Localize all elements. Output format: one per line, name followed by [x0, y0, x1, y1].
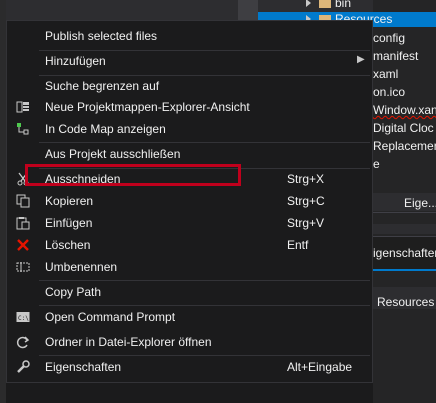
- menu-item-label: Kopieren: [45, 194, 94, 208]
- menu-item-exclude-from-project[interactable]: Aus Projekt ausschließen: [7, 143, 372, 165]
- open-folder-icon: [15, 334, 31, 350]
- menu-item-label: Publish selected files: [45, 29, 158, 43]
- menu-item-label: Löschen: [45, 238, 91, 252]
- shortcut-text: Alt+Eingabe: [287, 360, 353, 374]
- menu-item-add[interactable]: Hinzufügen ▶: [7, 50, 372, 72]
- file-item[interactable]: e: [373, 157, 380, 171]
- copy-icon: [15, 193, 31, 209]
- menu-item-label: Open Command Prompt: [45, 310, 176, 324]
- menu-item-label: Einfügen: [45, 216, 93, 230]
- folder-icon: [319, 0, 331, 8]
- menu-item-delete[interactable]: Löschen Entf: [7, 234, 372, 256]
- file-item[interactable]: Window.xan: [373, 103, 436, 117]
- tree-item-bin[interactable]: bin: [306, 0, 351, 11]
- file-item[interactable]: Replacemer: [373, 139, 436, 153]
- menu-item-paste[interactable]: Einfügen Strg+V: [7, 212, 372, 234]
- command-prompt-icon: C:\: [15, 309, 31, 325]
- menu-item-scope[interactable]: Suche begrenzen auf: [7, 75, 372, 97]
- menu-item-label: Umbenennen: [45, 260, 118, 274]
- file-item[interactable]: Digital Cloc: [373, 121, 434, 135]
- menu-item-copy[interactable]: Kopieren Strg+C: [7, 190, 372, 212]
- submenu-arrow-icon: ▶: [357, 54, 365, 65]
- menu-item-label: Neue Projektmappen-Explorer-Ansicht: [45, 100, 250, 114]
- shortcut-text: Entf: [287, 238, 309, 252]
- file-item[interactable]: manifest: [373, 49, 418, 63]
- paste-icon: [15, 215, 31, 231]
- menu-item-label: Aus Projekt ausschließen: [45, 147, 181, 161]
- divider: [373, 212, 436, 213]
- menu-item-label: Ordner in Datei-Explorer öffnen: [45, 335, 212, 349]
- tab-properties[interactable]: Eige...: [404, 196, 436, 210]
- menu-item-copy-path[interactable]: Copy Path: [7, 281, 372, 303]
- file-item[interactable]: config: [373, 31, 405, 45]
- active-underline: [373, 269, 436, 271]
- menu-item-label: Suche begrenzen auf: [45, 79, 160, 93]
- properties-object-name: Resources: [377, 295, 435, 309]
- menu-item-label: Eigenschaften: [45, 360, 122, 374]
- shortcut-text: Strg+C: [287, 194, 325, 208]
- wrench-icon: [15, 359, 31, 375]
- menu-item-publish[interactable]: Publish selected files: [7, 25, 372, 47]
- menu-item-command-prompt[interactable]: C:\ Open Command Prompt: [7, 306, 372, 328]
- svg-text:C:\: C:\: [18, 315, 29, 322]
- shortcut-text: Strg+X: [287, 172, 325, 186]
- panel-band: [373, 224, 436, 234]
- delete-icon: [15, 237, 31, 253]
- menu-item-label: Copy Path: [45, 285, 102, 299]
- menu-item-code-map[interactable]: In Code Map anzeigen: [7, 118, 372, 140]
- properties-title: igenschaften: [373, 246, 436, 260]
- menu-item-rename[interactable]: Umbenennen: [7, 256, 372, 278]
- scrollbar-track[interactable]: [238, 0, 258, 20]
- menu-item-label: Hinzufügen: [45, 54, 106, 68]
- menu-item-properties[interactable]: Eigenschaften Alt+Eingabe: [7, 356, 372, 378]
- context-menu: Publish selected files Hinzufügen ▶ Such…: [6, 20, 373, 383]
- code-map-icon: [15, 121, 31, 137]
- new-view-icon: [15, 99, 31, 115]
- shortcut-text: Strg+V: [287, 216, 325, 230]
- menu-item-label: In Code Map anzeigen: [45, 122, 166, 136]
- highlight-box: [25, 164, 241, 186]
- expand-arrow-icon[interactable]: [306, 0, 311, 7]
- file-item[interactable]: on.ico: [373, 85, 405, 99]
- file-item[interactable]: xaml: [373, 67, 398, 81]
- rename-icon: [15, 259, 31, 275]
- menu-item-new-view[interactable]: Neue Projektmappen-Explorer-Ansicht: [7, 96, 372, 118]
- menu-item-open-in-explorer[interactable]: Ordner in Datei-Explorer öffnen: [7, 331, 372, 353]
